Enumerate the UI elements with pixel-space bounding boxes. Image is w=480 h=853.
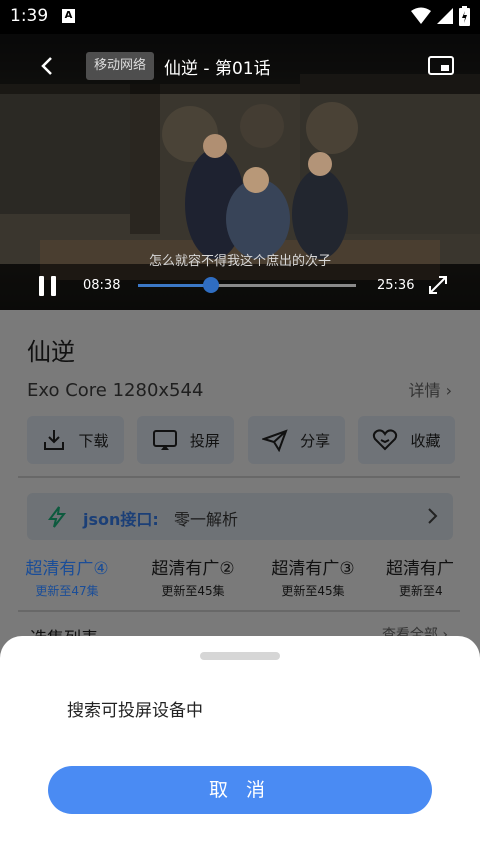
source-name: 超清有广② — [151, 559, 235, 579]
api-label: json接口: — [83, 510, 159, 529]
network-badge: 移动网络 — [86, 52, 155, 80]
video-subtitle: 怎么就容不得我这个庶出的次子 — [148, 254, 331, 269]
current-time: 08:38 — [83, 278, 121, 293]
divider — [18, 476, 460, 478]
favorite-button[interactable]: 收藏 — [357, 416, 455, 464]
source-tab[interactable]: 超清有广④ 更新至47集 — [7, 554, 127, 599]
source-name: 超清有广③ — [271, 559, 355, 579]
status-bar: 1:39 A — [0, 0, 480, 34]
progress-bar[interactable] — [138, 277, 356, 293]
download-label: 下载 — [78, 431, 109, 450]
source-list: 超清有广④ 更新至47集 超清有广② 更新至45集 超清有广③ 更新至45集 超… — [0, 554, 480, 600]
divider — [18, 610, 460, 612]
pause-icon[interactable] — [36, 274, 60, 298]
cast-button[interactable]: 投屏 — [137, 416, 235, 464]
api-value: 零一解析 — [174, 510, 239, 529]
chevron-right-icon — [428, 508, 438, 524]
source-name: 超清有广④ — [25, 559, 109, 579]
notification-icon: A — [62, 9, 75, 23]
cast-bottom-sheet: 搜索可投屏设备中 取 消 — [0, 636, 480, 853]
cast-searching-message: 搜索可投屏设备中 — [67, 701, 203, 721]
share-button[interactable]: 分享 — [247, 416, 345, 464]
fullscreen-icon[interactable] — [428, 275, 448, 295]
heart-icon — [373, 429, 398, 451]
favorite-label: 收藏 — [410, 431, 441, 450]
source-tab[interactable]: 超清有广② 更新至45集 — [133, 554, 253, 599]
lightning-icon — [48, 506, 67, 528]
battery-icon — [459, 6, 470, 26]
source-name: 超清有广 — [386, 559, 454, 579]
video-title: 仙逆 - 第01话 — [164, 59, 271, 79]
total-time: 25:36 — [377, 278, 415, 293]
cast-icon — [152, 430, 177, 450]
signal-icon — [437, 8, 453, 24]
api-selector[interactable]: json接口: 零一解析 — [27, 493, 453, 540]
video-player[interactable]: 移动网络 仙逆 - 第01话 怎么就容不得我这个庶出的次子 08:38 25:3… — [0, 34, 480, 310]
source-tab[interactable]: 超清有广③ 更新至45集 — [253, 554, 373, 599]
back-icon[interactable] — [34, 52, 62, 80]
cancel-button[interactable]: 取 消 — [48, 766, 432, 814]
source-update: 更新至45集 — [161, 584, 225, 598]
status-icons — [411, 6, 470, 26]
wifi-icon — [411, 7, 431, 24]
status-time: 1:39 — [10, 6, 49, 26]
source-update: 更新至45集 — [281, 584, 345, 598]
video-meta: Exo Core 1280x544 — [27, 380, 204, 401]
cast-label: 投屏 — [189, 431, 220, 450]
progress-fill — [138, 284, 212, 287]
source-update: 更新至4 — [399, 584, 443, 598]
details-link[interactable]: 详情 › — [409, 377, 453, 401]
source-update: 更新至47集 — [35, 584, 99, 598]
share-icon — [262, 429, 288, 452]
sheet-drag-handle[interactable] — [200, 652, 280, 660]
cast-screen-icon[interactable] — [426, 54, 456, 78]
share-label: 分享 — [300, 431, 331, 450]
download-button[interactable]: 下载 — [27, 416, 124, 464]
show-title: 仙逆 — [27, 338, 75, 366]
action-buttons: 下载 投屏 分享 收藏 — [27, 416, 455, 464]
download-icon — [44, 430, 65, 450]
source-tab[interactable]: 超清有广 更新至4 — [386, 554, 480, 599]
